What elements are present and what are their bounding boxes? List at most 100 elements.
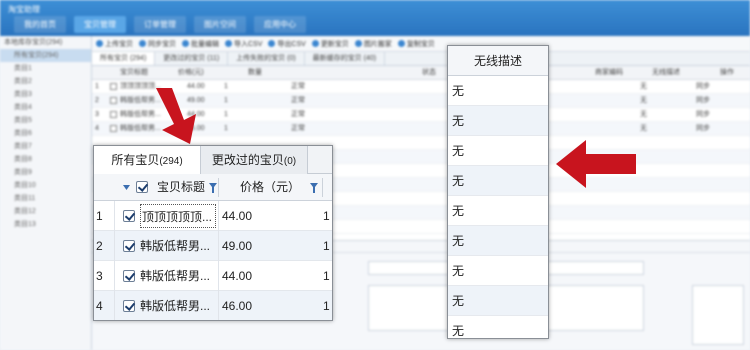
nav-orders[interactable]: 订单管理 xyxy=(134,16,186,33)
nav-home[interactable]: 我的首页 xyxy=(14,16,66,33)
wireless-description-cell[interactable]: 无 xyxy=(448,106,548,136)
row-qty[interactable]: 1 xyxy=(224,94,228,108)
sidebar-item[interactable]: 类目12 xyxy=(0,205,91,218)
wireless-description-cell[interactable]: 无 xyxy=(448,226,548,256)
wireless-description-cell[interactable]: 无 xyxy=(448,256,548,286)
checkbox-icon[interactable] xyxy=(110,83,117,90)
row-qty[interactable]: 1 xyxy=(323,201,330,231)
header-status[interactable]: 状态 xyxy=(422,66,436,80)
sidebar-item[interactable]: 类目9 xyxy=(0,166,91,179)
row-price[interactable]: 49.00 xyxy=(222,231,252,261)
update-button[interactable]: 更新宝贝 xyxy=(311,39,349,49)
row-status: 正常 xyxy=(291,125,305,132)
row-qty[interactable]: 1 xyxy=(224,108,228,122)
sidebar-item[interactable]: 类目8 xyxy=(0,153,91,166)
row-checkbox[interactable] xyxy=(123,270,135,282)
row-separator xyxy=(218,261,219,291)
background-table-header: 宝贝标题 价格(元) 数量 状态 商家编码 无线描述 操作 xyxy=(92,66,750,80)
sidebar-item[interactable]: 类目13 xyxy=(0,218,91,231)
row-qty[interactable]: 1 xyxy=(323,261,330,291)
row-title[interactable]: 韩版低帮男... xyxy=(140,231,216,261)
row-op[interactable]: 同步 xyxy=(696,108,710,122)
tab-count: (0) xyxy=(283,156,297,167)
tab-failed-items[interactable]: 上传失败的宝贝 (0) xyxy=(228,52,305,65)
row-qty[interactable]: 1 xyxy=(323,291,330,320)
export-button[interactable]: 导出CSV xyxy=(268,39,306,49)
import-label: 导入CSV xyxy=(234,40,263,48)
sidebar-item[interactable]: 类目1 xyxy=(0,62,91,75)
row-qty[interactable]: 1 xyxy=(224,80,228,94)
table-row[interactable]: 2 韩版低帮男... 49.00 1 xyxy=(94,231,332,261)
table-row[interactable]: 4 韩版低帮男... 46.00 1 xyxy=(94,291,332,320)
header-title[interactable]: 宝贝标题 xyxy=(157,174,205,201)
sort-caret-icon[interactable] xyxy=(123,185,130,190)
row-number: 1 xyxy=(96,209,103,223)
row-qty[interactable]: 1 xyxy=(224,122,228,136)
filter-icon[interactable] xyxy=(310,183,318,193)
image-move-button[interactable]: 图片搬家 xyxy=(354,39,392,49)
header-price[interactable]: 价格（元） xyxy=(240,174,300,201)
copy-icon xyxy=(397,40,405,47)
tab-changed-items-zoom[interactable]: 更改过的宝贝(0) xyxy=(201,146,308,174)
checkbox-icon[interactable] xyxy=(110,111,117,118)
row-op[interactable]: 同步 xyxy=(696,80,710,94)
row-price[interactable]: 44.00 xyxy=(222,261,252,291)
row-checkbox[interactable] xyxy=(123,240,135,252)
header-price[interactable]: 价格(元) xyxy=(178,66,204,80)
wireless-description-cell[interactable]: 无 xyxy=(448,136,548,166)
nav-apps[interactable]: 应用中心 xyxy=(254,16,306,33)
row-title[interactable]: 韩版低帮男... xyxy=(140,291,216,320)
header-title[interactable]: 宝贝标题 xyxy=(120,66,148,80)
header-op[interactable]: 操作 xyxy=(720,66,734,80)
table-row[interactable]: 1 顶顶顶顶顶... 44.00 1 xyxy=(94,201,332,231)
row-price[interactable]: 44.00 xyxy=(222,201,252,231)
sidebar-item[interactable]: 类目11 xyxy=(0,192,91,205)
image-box[interactable] xyxy=(692,285,744,345)
row-title[interactable]: 顶顶顶顶顶... xyxy=(140,204,216,228)
wireless-description-cell[interactable]: 无 xyxy=(448,316,548,338)
row-price[interactable]: 46.00 xyxy=(222,291,252,320)
checkbox-icon[interactable] xyxy=(110,97,117,104)
wireless-description-cell[interactable]: 无 xyxy=(448,196,548,226)
tab-all-items[interactable]: 所有宝贝 (294) xyxy=(92,52,156,65)
row-title[interactable]: 韩版低帮男... xyxy=(140,261,216,291)
sidebar-item[interactable]: 类目2 xyxy=(0,75,91,88)
sidebar-item[interactable]: 类目5 xyxy=(0,114,91,127)
sidebar-item[interactable]: 类目6 xyxy=(0,127,91,140)
select-all-checkbox[interactable] xyxy=(136,181,148,193)
tab-all-items-zoom[interactable]: 所有宝贝(294) xyxy=(94,146,201,175)
sidebar-item[interactable]: 类目3 xyxy=(0,88,91,101)
tab-changed-items[interactable]: 更改过的宝贝 (11) xyxy=(155,52,229,65)
sidebar-item[interactable]: 类目10 xyxy=(0,179,91,192)
import-button[interactable]: 导入CSV xyxy=(225,39,262,49)
row-separator xyxy=(114,291,115,320)
row-op[interactable]: 同步 xyxy=(696,94,710,108)
upload-button[interactable]: 上传宝贝 xyxy=(96,39,133,49)
wireless-description-header[interactable]: 无线描述 xyxy=(448,46,548,76)
header-wireless[interactable]: 无线描述 xyxy=(652,66,680,80)
filter-icon[interactable] xyxy=(209,183,217,193)
tab-cached-items[interactable]: 最新缓存的宝贝 (40) xyxy=(305,52,386,65)
row-checkbox[interactable] xyxy=(123,300,135,312)
wireless-description-cell[interactable]: 无 xyxy=(448,166,548,196)
table-row[interactable]: 3 韩版低帮男... 44.00 1 xyxy=(94,261,332,291)
batch-edit-button[interactable]: 批量编辑 xyxy=(182,39,219,49)
checkbox-icon[interactable] xyxy=(110,125,117,132)
copy-button[interactable]: 复制宝贝 xyxy=(397,39,435,49)
sidebar-item[interactable]: 类目4 xyxy=(0,101,91,114)
row-qty[interactable]: 1 xyxy=(323,231,330,261)
app-topbar: 淘宝助理 我的首页 宝贝管理 订单管理 图片空间 应用中心 xyxy=(0,0,750,36)
nav-items[interactable]: 宝贝管理 xyxy=(74,16,126,33)
header-code[interactable]: 商家编码 xyxy=(595,66,623,80)
row-checkbox[interactable] xyxy=(123,210,135,222)
sidebar-title[interactable]: 本地库存宝贝(294) xyxy=(0,36,91,49)
sidebar-item[interactable]: 类目7 xyxy=(0,140,91,153)
nav-images[interactable]: 图片空间 xyxy=(194,16,246,33)
header-qty[interactable]: 数量 xyxy=(248,66,262,80)
wireless-description-cell[interactable]: 无 xyxy=(448,76,548,106)
wireless-description-cell[interactable]: 无 xyxy=(448,286,548,316)
row-op[interactable]: 同步 xyxy=(696,122,710,136)
sidebar-item[interactable]: 所有宝贝(294) xyxy=(0,49,91,62)
export-icon xyxy=(268,40,276,47)
sync-button[interactable]: 同步宝贝 xyxy=(139,39,176,49)
